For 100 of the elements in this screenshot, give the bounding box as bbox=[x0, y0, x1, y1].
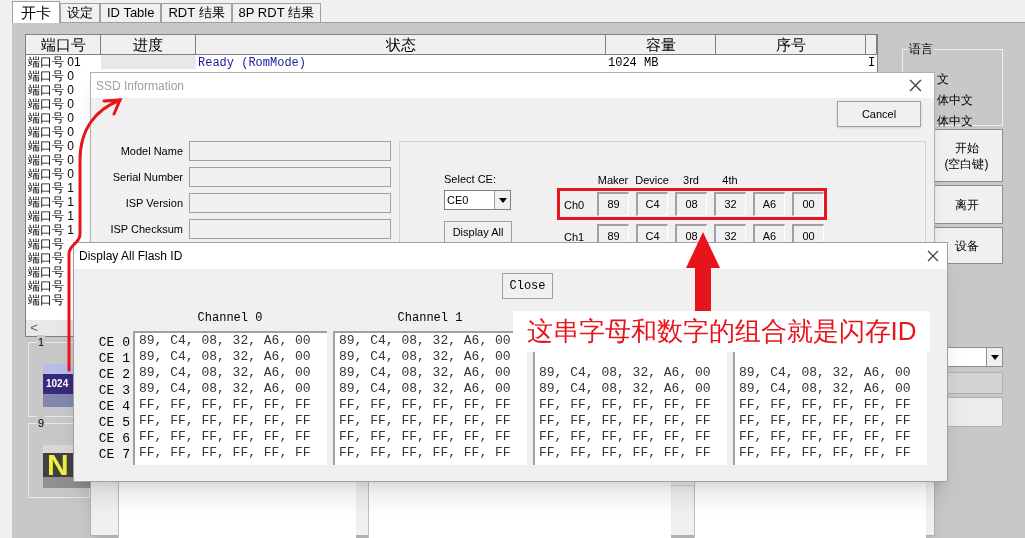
row-label: CE 4 bbox=[98, 399, 130, 415]
tab[interactable]: 8P RDT 结果 bbox=[231, 3, 321, 22]
id-line: FF, FF, FF, FF, FF, FF bbox=[539, 429, 712, 445]
port-label: 端口号 0 bbox=[28, 69, 74, 83]
field-label: Serial Number bbox=[112, 169, 183, 185]
port-label: 端口号 bbox=[28, 279, 64, 293]
logo-letter: N bbox=[47, 450, 69, 480]
column-header[interactable]: 序号 bbox=[716, 35, 866, 54]
id-byte-field: 00 bbox=[792, 192, 824, 216]
annotation-label: 这串字母和数字的组合就是闪存ID bbox=[513, 311, 930, 352]
tab[interactable]: 设定 bbox=[60, 3, 100, 22]
id-line: FF, FF, FF, FF, FF, FF bbox=[139, 397, 312, 413]
display-all-button[interactable]: Display All bbox=[444, 221, 512, 244]
id-line: FF, FF, FF, FF, FF, FF bbox=[339, 445, 512, 461]
column-header[interactable]: 进度 bbox=[101, 35, 196, 54]
port-label: 端口号 1 bbox=[28, 223, 74, 237]
port-label: 端口号 0 bbox=[28, 83, 74, 97]
text-field[interactable] bbox=[189, 167, 391, 187]
tab[interactable]: ID Table bbox=[100, 3, 162, 22]
text-field[interactable] bbox=[189, 193, 391, 213]
id-line: FF, FF, FF, FF, FF, FF bbox=[539, 445, 712, 461]
status-text: Ready (RomMode) bbox=[198, 56, 307, 70]
port-label: 端口号 1 bbox=[28, 195, 74, 209]
port-label: 端口号 0 bbox=[28, 139, 74, 153]
id-line: FF, FF, FF, FF, FF, FF bbox=[739, 397, 912, 413]
id-line: FF, FF, FF, FF, FF, FF bbox=[739, 445, 912, 461]
id-line: FF, FF, FF, FF, FF, FF bbox=[539, 413, 712, 429]
close-icon[interactable] bbox=[909, 79, 922, 92]
id-line: 89, C4, 08, 32, A6, 00 bbox=[139, 365, 312, 381]
tab[interactable]: 开卡 bbox=[12, 1, 60, 23]
column-header[interactable]: 容量 bbox=[606, 35, 716, 54]
id-line: FF, FF, FF, FF, FF, FF bbox=[339, 429, 512, 445]
port-label: 端口号 bbox=[28, 251, 64, 265]
radio-label[interactable]: 文 bbox=[937, 72, 1002, 87]
card-text: 1024 bbox=[46, 378, 69, 390]
port-label: 端口号 bbox=[28, 237, 64, 251]
window-title: SSD Information bbox=[96, 77, 185, 95]
row-label: CE 0 bbox=[98, 335, 130, 351]
radio-label[interactable]: 体中文 bbox=[937, 114, 1002, 129]
id-line: 89, C4, 08, 32, A6, 00 bbox=[339, 365, 512, 381]
row-label: CE 1 bbox=[98, 351, 130, 367]
field-label: Model Name bbox=[120, 143, 183, 159]
id-byte-field: 32 bbox=[714, 192, 746, 216]
text-field[interactable] bbox=[189, 219, 391, 239]
port-label: 端口号 0 bbox=[28, 97, 74, 111]
row-label: Ch1 bbox=[564, 231, 585, 243]
id-line: 89, C4, 08, 32, A6, 00 bbox=[339, 381, 512, 397]
port-label: 端口号 bbox=[28, 265, 64, 279]
column-header[interactable]: 端口号 bbox=[26, 35, 101, 54]
column-header: 4th bbox=[722, 174, 738, 188]
channel-header: Channel 1 bbox=[397, 311, 463, 327]
id-line: FF, FF, FF, FF, FF, FF bbox=[339, 397, 512, 413]
channel-header: Channel 0 bbox=[197, 311, 263, 327]
close-icon[interactable] bbox=[927, 250, 939, 262]
id-line: 89, C4, 08, 32, A6, 00 bbox=[539, 365, 712, 381]
table-cell: I bbox=[868, 56, 876, 69]
text-field[interactable] bbox=[189, 141, 391, 161]
id-byte-field: A6 bbox=[753, 192, 785, 216]
id-line: FF, FF, FF, FF, FF, FF bbox=[339, 413, 512, 429]
group-label: 1 bbox=[37, 335, 46, 349]
port-label: 端口号 bbox=[28, 293, 64, 307]
cancel-button[interactable]: Cancel bbox=[837, 101, 921, 127]
id-byte-field: C4 bbox=[636, 192, 668, 216]
id-line: FF, FF, FF, FF, FF, FF bbox=[139, 445, 312, 461]
id-line: FF, FF, FF, FF, FF, FF bbox=[539, 397, 712, 413]
table-cell: 1024 MB bbox=[608, 56, 659, 70]
port-label: 端口号 1 bbox=[28, 181, 74, 195]
row-label: CE 7 bbox=[98, 447, 130, 463]
port-label: 端口号 01 bbox=[28, 55, 81, 69]
column-header: Maker bbox=[597, 174, 629, 188]
field-label: ISP Checksum bbox=[110, 221, 183, 237]
column-header[interactable]: 状态 bbox=[196, 35, 606, 54]
id-line: 89, C4, 08, 32, A6, 00 bbox=[339, 333, 512, 349]
id-line: 89, C4, 08, 32, A6, 00 bbox=[739, 381, 912, 397]
ce-dropdown[interactable]: CE0 bbox=[444, 190, 511, 210]
scroll-left-arrow[interactable]: < bbox=[26, 320, 42, 336]
port-label: 端口号 1 bbox=[28, 209, 74, 223]
radio-label[interactable]: 体中文 bbox=[937, 93, 1002, 108]
id-line: 89, C4, 08, 32, A6, 00 bbox=[739, 365, 912, 381]
id-line: FF, FF, FF, FF, FF, FF bbox=[739, 413, 912, 429]
column-header: 3rd bbox=[683, 174, 699, 188]
dropdown-value: CE0 bbox=[447, 192, 469, 208]
port-label: 端口号 0 bbox=[28, 125, 74, 139]
id-byte-field: 08 bbox=[675, 192, 707, 216]
row-label: Ch0 bbox=[564, 199, 585, 211]
column-header: Device bbox=[635, 174, 669, 188]
id-line: 89, C4, 08, 32, A6, 00 bbox=[139, 349, 312, 365]
close-button[interactable]: Close bbox=[502, 273, 553, 299]
field-label: Select CE: bbox=[444, 173, 496, 186]
row-label: CE 3 bbox=[98, 383, 130, 399]
id-line: FF, FF, FF, FF, FF, FF bbox=[139, 429, 312, 445]
group-label: 语言 bbox=[908, 42, 934, 56]
id-byte-field: 89 bbox=[597, 192, 629, 216]
id-line: 89, C4, 08, 32, A6, 00 bbox=[539, 381, 712, 397]
port-label: 端口号 0 bbox=[28, 153, 74, 167]
id-line: FF, FF, FF, FF, FF, FF bbox=[739, 429, 912, 445]
tab[interactable]: RDT 结果 bbox=[161, 3, 232, 22]
id-line: 89, C4, 08, 32, A6, 00 bbox=[139, 381, 312, 397]
row-label: CE 5 bbox=[98, 415, 130, 431]
field-label: ISP Version bbox=[125, 195, 183, 211]
